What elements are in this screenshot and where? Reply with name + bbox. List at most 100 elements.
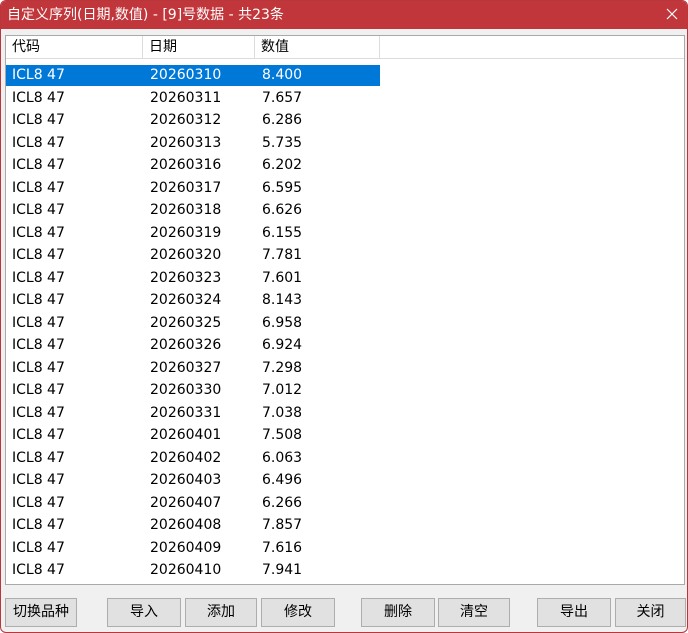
cell-date: 20260408 (150, 517, 222, 533)
cell-date: 20260324 (150, 292, 222, 308)
cell-code: ICL8 47 (12, 449, 65, 466)
cell-date: 20260310 (150, 67, 222, 83)
cell-date: 20260318 (150, 202, 222, 218)
close-window-button[interactable] (659, 3, 685, 25)
table-row[interactable]: ICL8 47 20260331 7.038 (6, 402, 684, 425)
table-row[interactable]: ICL8 47 20260330 7.012 (6, 379, 684, 402)
table-row[interactable]: ICL8 47 20260318 6.626 (6, 199, 684, 222)
cell-code: ICL8 47 (12, 269, 65, 286)
cell-value: 7.657 (262, 89, 303, 106)
cell-date: 20260330 (150, 382, 222, 398)
cell-date: 20260407 (150, 494, 222, 511)
cell-code: ICL8 47 (12, 224, 65, 241)
switch-variety-button[interactable]: 切换品种 (5, 598, 77, 627)
cell-value: 7.038 (262, 404, 303, 421)
cell-date: 20260316 (150, 157, 222, 173)
cell-date: 20260313 (150, 134, 222, 151)
table-row[interactable]: ICL8 47 20260317 6.595 (6, 177, 684, 200)
table-row[interactable]: ICL8 47 20260324 8.143 (6, 289, 684, 312)
cell-code: ICL8 47 (12, 472, 65, 488)
table-row[interactable]: ICL8 47 20260319 6.155 (6, 222, 684, 245)
column-header-filler (380, 36, 684, 59)
cell-code: ICL8 47 (12, 427, 65, 443)
table-row[interactable]: ICL8 47 20260311 7.657 (6, 87, 684, 110)
column-header-value[interactable]: 数值 (255, 36, 380, 59)
cell-date: 20260312 (150, 112, 222, 128)
column-header-code[interactable]: 代码 (6, 36, 143, 59)
cell-value: 8.143 (262, 292, 303, 308)
table-row[interactable]: ICL8 47 20260316 6.202 (6, 154, 684, 177)
cell-date: 20260320 (150, 247, 222, 263)
delete-button[interactable]: 删除 (361, 598, 435, 627)
table-row[interactable]: ICL8 47 20260403 6.496 (6, 469, 684, 492)
cell-code: ICL8 47 (12, 292, 65, 308)
add-button[interactable]: 添加 (185, 598, 257, 627)
cell-value: 6.202 (262, 157, 303, 173)
window-title: 自定义序列(日期,数值) - [9]号数据 - 共23条 (7, 7, 284, 23)
table-row[interactable]: ICL8 47 20260408 7.857 (6, 514, 684, 537)
cell-code: ICL8 47 (12, 67, 65, 83)
table-row[interactable]: ICL8 47 20260323 7.601 (6, 267, 684, 290)
cell-value: 5.735 (262, 134, 303, 151)
table-row[interactable]: ICL8 47 20260313 5.735 (6, 132, 684, 155)
table-row[interactable]: ICL8 47 20260409 7.616 (6, 537, 684, 560)
table-row[interactable]: ICL8 47 20260401 7.508 (6, 424, 684, 447)
import-button[interactable]: 导入 (107, 598, 181, 627)
cell-code: ICL8 47 (12, 157, 65, 173)
cell-value: 6.626 (262, 202, 303, 218)
table-row[interactable]: ICL8 47 20260310 8.400 (6, 64, 684, 87)
cell-date: 20260403 (150, 472, 222, 488)
cell-value: 7.857 (262, 517, 303, 533)
cell-value: 8.400 (262, 67, 303, 83)
cell-date: 20260319 (150, 224, 222, 241)
clear-button[interactable]: 清空 (438, 598, 510, 627)
cell-date: 20260317 (150, 179, 222, 196)
cell-value: 7.781 (262, 247, 303, 263)
cell-value: 7.616 (262, 539, 303, 556)
close-icon (666, 8, 678, 20)
cell-value: 6.496 (262, 472, 303, 488)
cell-date: 20260326 (150, 337, 222, 353)
table-row[interactable]: ICL8 47 20260410 7.941 (6, 559, 684, 582)
cell-value: 6.595 (262, 179, 303, 196)
cell-date: 20260402 (150, 449, 222, 466)
table-body: ICL8 47 20260310 8.400 ICL8 47 20260311 7.657… (6, 64, 684, 582)
cell-value: 7.012 (262, 382, 303, 398)
cell-date: 20260311 (150, 89, 222, 106)
table-header: 代码 日期 数值 (6, 36, 684, 60)
modify-button[interactable]: 修改 (261, 598, 335, 627)
cell-code: ICL8 47 (12, 247, 65, 263)
cell-code: ICL8 47 (12, 517, 65, 533)
cell-date: 20260327 (150, 359, 222, 376)
dialog-window: 自定义序列(日期,数值) - [9]号数据 - 共23条 代码 日期 数值 IC… (0, 0, 688, 633)
close-button[interactable]: 关闭 (615, 598, 686, 627)
cell-value: 7.601 (262, 269, 303, 286)
table-row[interactable]: ICL8 47 20260320 7.781 (6, 244, 684, 267)
table-row[interactable]: ICL8 47 20260402 6.063 (6, 447, 684, 470)
title-bar[interactable]: 自定义序列(日期,数值) - [9]号数据 - 共23条 (1, 1, 687, 29)
cell-code: ICL8 47 (12, 134, 65, 151)
table-row[interactable]: ICL8 47 20260325 6.958 (6, 312, 684, 335)
cell-code: ICL8 47 (12, 314, 65, 331)
table-row[interactable]: ICL8 47 20260327 7.298 (6, 357, 684, 380)
cell-value: 7.941 (262, 562, 303, 578)
cell-code: ICL8 47 (12, 359, 65, 376)
cell-value: 6.266 (262, 494, 303, 511)
cell-date: 20260331 (150, 404, 222, 421)
cell-date: 20260401 (150, 427, 222, 443)
cell-code: ICL8 47 (12, 337, 65, 353)
cell-code: ICL8 47 (12, 112, 65, 128)
cell-value: 6.924 (262, 337, 303, 353)
cell-value: 6.286 (262, 112, 303, 128)
cell-date: 20260325 (150, 314, 222, 331)
table-row[interactable]: ICL8 47 20260312 6.286 (6, 109, 684, 132)
data-list[interactable]: 代码 日期 数值 ICL8 47 20260310 8.400 ICL8 47 2026… (5, 35, 685, 585)
table-row[interactable]: ICL8 47 20260407 6.266 (6, 492, 684, 515)
cell-value: 7.298 (262, 359, 303, 376)
column-header-date[interactable]: 日期 (143, 36, 255, 59)
cell-code: ICL8 47 (12, 404, 65, 421)
export-button[interactable]: 导出 (537, 598, 611, 627)
cell-date: 20260323 (150, 269, 222, 286)
cell-code: ICL8 47 (12, 494, 65, 511)
table-row[interactable]: ICL8 47 20260326 6.924 (6, 334, 684, 357)
